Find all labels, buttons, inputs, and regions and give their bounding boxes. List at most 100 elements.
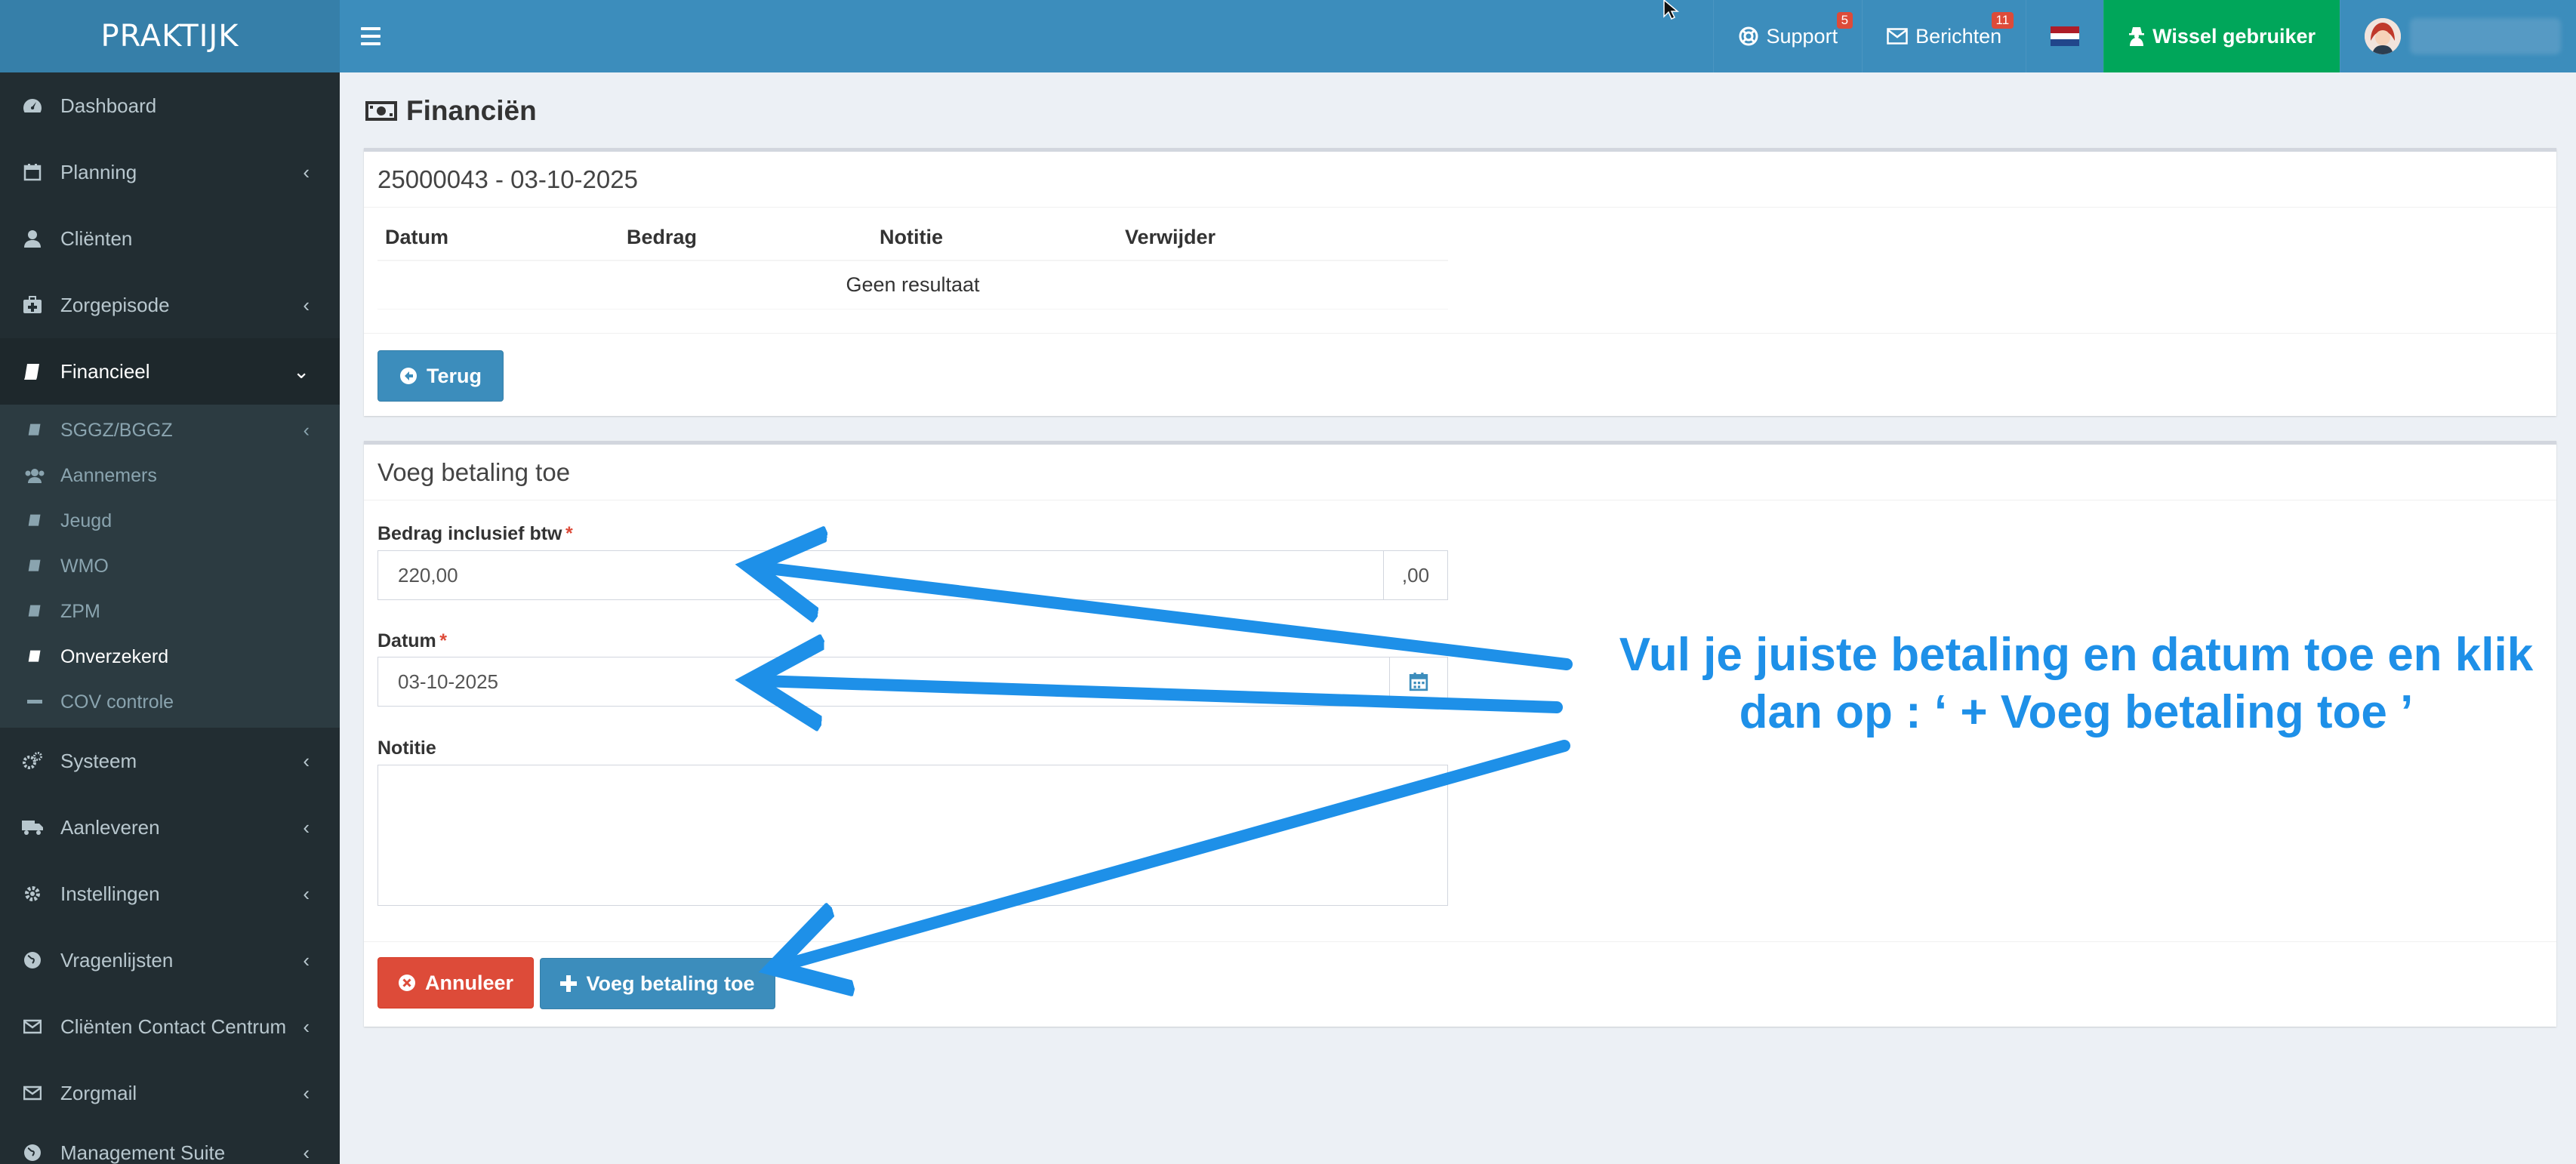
add-payment-button[interactable]: Voeg betaling toe — [540, 958, 775, 1009]
payments-table: Datum Bedrag Notitie Verwijder Geen resu… — [377, 208, 1448, 309]
sidebar-item-clienten[interactable]: Cliënten — [0, 205, 340, 272]
sidebar-item-instellingen[interactable]: Instellingen ‹ — [0, 861, 340, 927]
envelope-icon — [21, 1017, 44, 1036]
sidebar-item-clienten-contact-centrum[interactable]: Cliënten Contact Centrum ‹ — [0, 993, 340, 1060]
sidebar-item-zorgepisode[interactable]: Zorgepisode ‹ — [0, 272, 340, 338]
sidebar-item-dashboard[interactable]: Dashboard — [0, 72, 340, 139]
brand-logo[interactable]: PRAKTIJK — [0, 0, 340, 72]
messages-link[interactable]: Berichten 11 — [1862, 0, 2026, 72]
chevron-down-icon: ⌄ — [293, 359, 310, 383]
note-textarea[interactable] — [377, 765, 1448, 906]
submenu-item-label: WMO — [60, 555, 109, 577]
medkit-icon — [21, 295, 44, 315]
chevron-left-icon: ‹ — [303, 160, 310, 183]
sidebar-item-label: Financieel — [60, 359, 150, 383]
chevron-left-icon: ‹ — [303, 815, 310, 839]
support-label: Support — [1766, 24, 1838, 48]
lifebuoy-icon — [1739, 26, 1758, 46]
amount-input[interactable]: 220,00 — [377, 550, 1384, 600]
plus-icon — [560, 975, 578, 992]
times-circle-icon — [399, 975, 415, 991]
date-input[interactable]: 03-10-2025 — [377, 657, 1390, 707]
sidebar-item-label: Vragenlijsten — [60, 948, 174, 972]
user-menu[interactable] — [2340, 0, 2576, 72]
sidebar-item-label: Zorgepisode — [60, 293, 170, 316]
chevron-left-icon: ‹ — [303, 293, 310, 316]
envelope-icon — [1887, 28, 1908, 45]
chevron-left-icon: ‹ — [303, 419, 310, 441]
amount-label: Bedrag inclusief btw — [377, 523, 562, 544]
envelope-icon — [21, 1083, 44, 1103]
column-header-notitie[interactable]: Notitie — [872, 208, 1117, 261]
column-header-bedrag[interactable]: Bedrag — [619, 208, 872, 261]
money-icon — [365, 101, 397, 121]
add-payment-box-title: Voeg betaling toe — [364, 445, 2556, 500]
chevron-left-icon: ‹ — [303, 749, 310, 772]
submenu-item-aannemers[interactable]: Aannemers — [0, 453, 340, 498]
submenu-item-sggz-bggz[interactable]: SGGZ/BGGZ ‹ — [0, 408, 340, 453]
submenu-item-label: SGGZ/BGGZ — [60, 419, 173, 441]
sidebar-item-planning[interactable]: Planning ‹ — [0, 139, 340, 205]
messages-badge: 11 — [1991, 12, 2014, 29]
username-blurred — [2410, 18, 2561, 54]
messages-label: Berichten — [1915, 24, 2002, 48]
invoice-box: 25000043 - 03-10-2025 Datum Bedrag Notit… — [364, 148, 2556, 416]
sidebar-item-zorgmail[interactable]: Zorgmail ‹ — [0, 1060, 340, 1126]
sidebar-item-label: Systeem — [60, 749, 137, 772]
arrow-circle-left-icon — [400, 368, 417, 384]
back-button-label: Terug — [427, 364, 482, 387]
required-marker: * — [565, 523, 573, 544]
column-header-verwijder: Verwijder — [1117, 208, 1448, 261]
submenu-item-jeugd[interactable]: Jeugd — [0, 498, 340, 544]
support-link[interactable]: Support 5 — [1712, 0, 1863, 72]
top-navbar: Support 5 Berichten 11 Wissel gebruiker — [340, 0, 2576, 72]
sidebar-item-aanleveren[interactable]: Aanleveren ‹ — [0, 794, 340, 861]
sidebar-item-financieel[interactable]: Financieel ⌄ — [0, 338, 340, 405]
page-title-text: Financiën — [406, 95, 537, 126]
navbar-right: Support 5 Berichten 11 Wissel gebruiker — [1712, 0, 2576, 72]
menu-toggle-icon[interactable] — [361, 23, 381, 50]
book-icon — [24, 649, 45, 664]
date-form-group: Datum * — [377, 630, 447, 652]
submenu-item-cov-controle[interactable]: COV controle — [0, 679, 340, 725]
submenu-item-label: ZPM — [60, 600, 100, 622]
column-header-datum[interactable]: Datum — [377, 208, 619, 261]
sidebar-item-label: Cliënten Contact Centrum — [60, 1015, 287, 1038]
submenu-item-label: Aannemers — [60, 464, 157, 486]
table-header-row: Datum Bedrag Notitie Verwijder — [377, 208, 1448, 261]
submenu-item-zpm[interactable]: ZPM — [0, 589, 340, 634]
user-secret-icon — [2129, 27, 2145, 46]
cancel-button-label: Annuleer — [425, 971, 514, 994]
invoice-box-title: 25000043 - 03-10-2025 — [364, 152, 2556, 208]
chevron-left-icon: ‹ — [303, 1015, 310, 1038]
mouse-cursor-icon — [1663, 0, 1680, 20]
sidebar: PRAKTIJK Dashboard Planning ‹ Cliënten Z… — [0, 0, 340, 1164]
globe-icon — [21, 1143, 44, 1162]
chevron-left-icon: ‹ — [303, 1141, 310, 1164]
switch-user-button[interactable]: Wissel gebruiker — [2103, 0, 2340, 72]
back-button[interactable]: Terug — [377, 350, 504, 402]
user-icon — [21, 229, 44, 248]
form-footer: Annuleer Voeg betaling toe — [364, 941, 2556, 1024]
book-icon — [24, 604, 45, 619]
sidebar-item-vragenlijsten[interactable]: Vragenlijsten ‹ — [0, 927, 340, 993]
sidebar-item-management-suite[interactable]: Management Suite ‹ — [0, 1126, 340, 1164]
sidebar-item-label: Cliënten — [60, 226, 133, 250]
date-label: Datum — [377, 630, 436, 651]
sidebar-item-systeem[interactable]: Systeem ‹ — [0, 728, 340, 794]
book-icon — [24, 559, 45, 574]
calendar-icon — [1409, 673, 1428, 691]
table-row: Geen resultaat — [377, 260, 1448, 309]
submenu-item-onverzekerd[interactable]: Onverzekerd — [0, 634, 340, 679]
chevron-left-icon: ‹ — [303, 1081, 310, 1104]
chevron-left-icon: ‹ — [303, 882, 310, 905]
submenu-item-wmo[interactable]: WMO — [0, 544, 340, 589]
book-icon — [24, 423, 45, 438]
sidebar-item-label: Zorgmail — [60, 1081, 137, 1104]
globe-icon — [21, 950, 44, 970]
date-picker-button[interactable] — [1389, 657, 1448, 707]
language-selector[interactable] — [2026, 0, 2103, 72]
dashboard-icon — [21, 96, 44, 115]
sidebar-item-label: Dashboard — [60, 94, 157, 117]
cancel-button[interactable]: Annuleer — [377, 957, 535, 1008]
